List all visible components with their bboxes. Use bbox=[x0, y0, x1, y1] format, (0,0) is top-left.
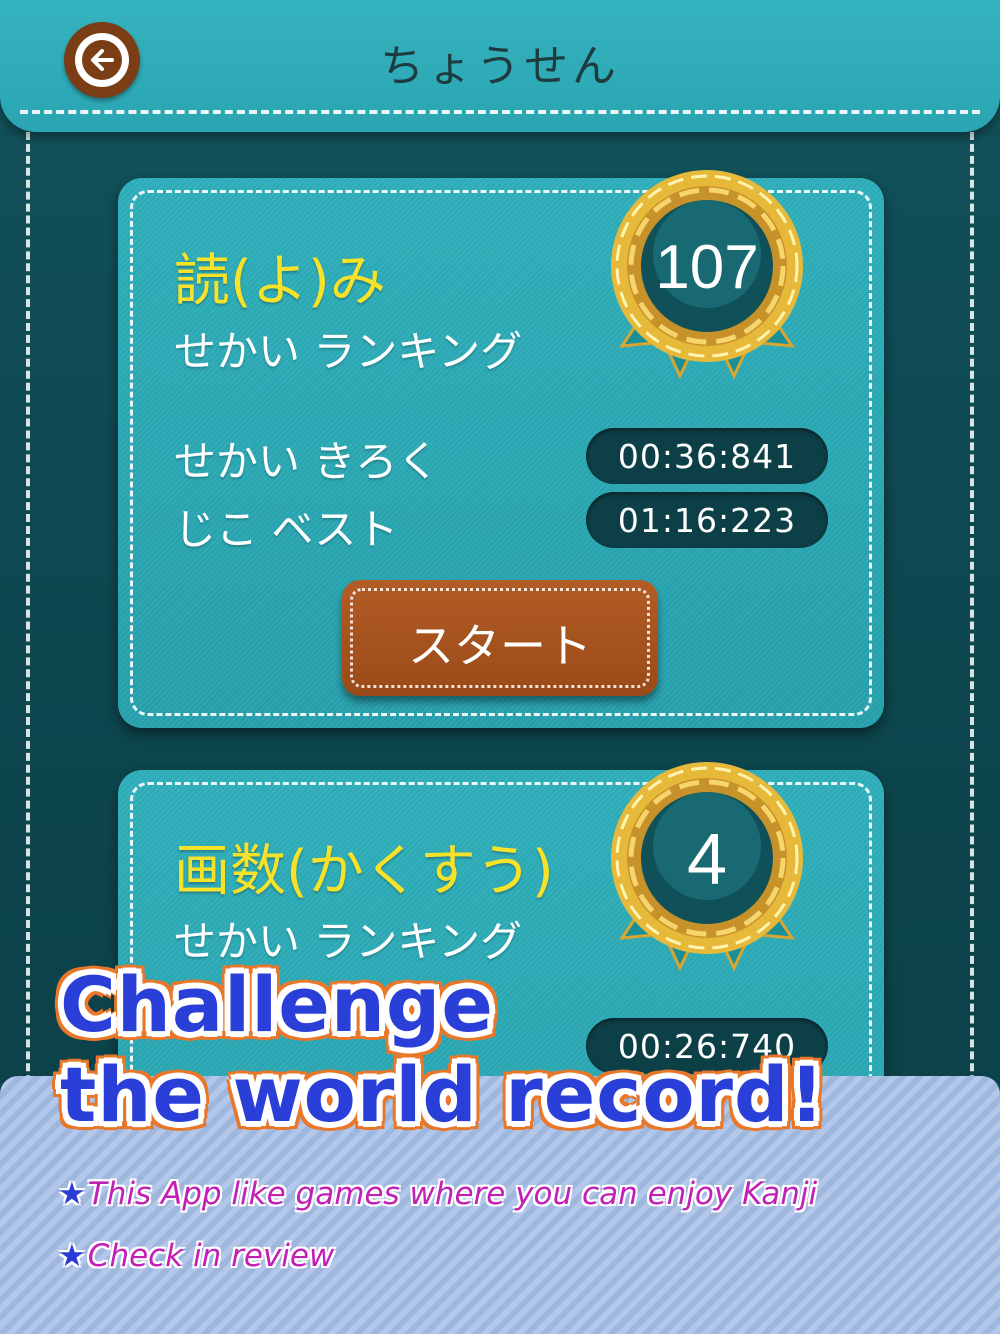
header-stitch bbox=[20, 110, 980, 114]
page-title: ちょうせん bbox=[380, 41, 620, 92]
world-record-label: せかい きろく bbox=[174, 437, 440, 486]
rank-value: 107 bbox=[655, 233, 758, 302]
feature-text: This App like games where you can enjoy … bbox=[87, 1176, 818, 1212]
header-bar: ちょうせん bbox=[0, 0, 1000, 132]
world-record-time: 00:36:841 bbox=[586, 428, 828, 484]
app-screen: ちょうせん 読(よ)み せかい ランキング 107 せかい きろく 00:36:… bbox=[0, 0, 1000, 1334]
personal-best-label: じこ ベスト bbox=[174, 505, 399, 554]
world-ranking-label: せかい ランキング bbox=[174, 327, 523, 376]
star-icon: ★ bbox=[58, 1238, 86, 1274]
star-icon: ★ bbox=[58, 1176, 86, 1212]
feature-line: ★This App like games where you can enjoy… bbox=[58, 1176, 817, 1212]
rank-medal-icon: 4 bbox=[611, 762, 803, 972]
personal-best-time: 01:16:223 bbox=[586, 492, 828, 548]
mode-title: 画数(かくすう) bbox=[174, 839, 554, 904]
promo-headline-line2: the world record! bbox=[60, 1050, 826, 1139]
mode-title: 読(よ)み bbox=[174, 249, 386, 314]
start-button[interactable]: スタート bbox=[342, 580, 658, 696]
feature-text: Check in review bbox=[87, 1238, 335, 1274]
promo-headline-line1: Challenge bbox=[60, 960, 494, 1049]
feature-line: ★Check in review bbox=[58, 1238, 334, 1274]
rank-medal-icon: 107 bbox=[611, 170, 803, 380]
reading-mode-card: 読(よ)み せかい ランキング 107 せかい きろく 00:36:841 じこ… bbox=[118, 170, 884, 728]
start-button-label: スタート bbox=[408, 619, 592, 673]
rank-value: 4 bbox=[687, 820, 727, 900]
